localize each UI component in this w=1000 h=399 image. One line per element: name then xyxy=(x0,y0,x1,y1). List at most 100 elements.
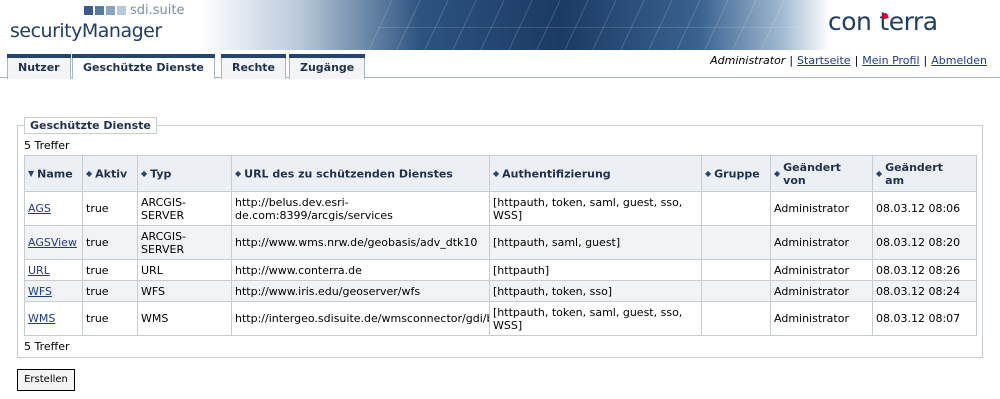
cell-geaendert-am: 08.03.12 08:06 xyxy=(872,191,977,226)
table-row: URL true URL http://www.conterra.de [htt… xyxy=(24,259,977,281)
cell-geaendert-am: 08.03.12 08:07 xyxy=(872,301,977,336)
link-startseite[interactable]: Startseite xyxy=(797,54,851,67)
cell-aktiv: true xyxy=(82,301,138,336)
cell-geaendert-von: Administrator xyxy=(770,280,873,302)
column-header-label: Aktiv xyxy=(95,167,128,181)
column-header-url[interactable]: ◆ URL des zu schützenden Dienstes xyxy=(231,155,490,192)
service-link-wfs[interactable]: WFS xyxy=(28,285,52,298)
table-row: WMS true WMS http://intergeo.sdisuite.de… xyxy=(24,301,977,336)
brand-logo-right: terra xyxy=(879,7,938,36)
table-header-row: ▼ Name ◆ Aktiv ◆ Typ ◆ URL des zu schützende… xyxy=(24,155,977,192)
column-header-label: URL des zu schützenden Dienstes xyxy=(244,167,453,181)
service-link-agsview[interactable]: AGSView xyxy=(28,236,77,249)
service-link-ags[interactable]: AGS xyxy=(28,202,51,215)
column-header-authentifizierung[interactable]: ◆ Authentifizierung xyxy=(489,155,702,192)
cell-geaendert-von: Administrator xyxy=(770,259,873,281)
cell-url: http://intergeo.sdisuite.de/wmsconnector… xyxy=(231,301,490,336)
cell-name: URL xyxy=(24,259,83,281)
cell-typ: ARCGIS-SERVER xyxy=(137,191,232,226)
column-header-label: Typ xyxy=(150,167,172,181)
cell-typ: URL xyxy=(137,259,232,281)
cell-geaendert-am: 08.03.12 08:24 xyxy=(872,280,977,302)
cell-name: AGS xyxy=(24,191,83,226)
column-header-label: Geändert von xyxy=(783,160,841,187)
cell-aktiv: true xyxy=(82,280,138,302)
current-user: Administrator xyxy=(710,54,786,67)
result-count-bottom: 5 Treffer xyxy=(24,340,70,353)
panel-title: Geschützte Dienste xyxy=(24,117,157,134)
cell-typ: WMS xyxy=(137,301,232,336)
result-count-top: 5 Treffer xyxy=(24,139,70,152)
tab-rechte[interactable]: Rechte xyxy=(221,54,287,79)
column-header-geaendert-am[interactable]: ◆ Geändert am xyxy=(872,155,977,192)
cell-typ: WFS xyxy=(137,280,232,302)
brand-dot-icon xyxy=(882,13,888,19)
suite-logo-icon xyxy=(84,6,126,15)
cell-url: http://www.wms.nrw.de/geobasis/adv_dtk10 xyxy=(231,225,490,260)
cell-name: WMS xyxy=(24,301,83,336)
services-table: ▼ Name ◆ Aktiv ◆ Typ ◆ URL des zu schützende… xyxy=(24,155,977,336)
cell-url: http://www.conterra.de xyxy=(231,259,490,281)
sort-icon: ◆ xyxy=(774,168,781,178)
product-name: securityManager xyxy=(10,20,162,42)
column-header-geaendert-von[interactable]: ◆ Geändert von xyxy=(770,155,873,192)
cell-aktiv: true xyxy=(82,191,138,226)
cell-geaendert-von: Administrator xyxy=(770,225,873,260)
cell-geaendert-von: Administrator xyxy=(770,191,873,226)
cell-geaendert-von: Administrator xyxy=(770,301,873,336)
tab-label: Geschützte Dienste xyxy=(83,61,204,74)
column-header-name[interactable]: ▼ Name xyxy=(24,155,83,192)
cell-geaendert-am: 08.03.12 08:26 xyxy=(872,259,977,281)
suite-name: sdi.suite xyxy=(130,3,185,18)
cell-authentifizierung: [httpauth, saml, guest] xyxy=(489,225,702,260)
cell-authentifizierung: [httpauth, token, saml, guest, sso, WSS] xyxy=(489,301,702,336)
column-header-gruppe[interactable]: ◆ Gruppe xyxy=(701,155,771,192)
link-abmelden[interactable]: Abmelden xyxy=(931,54,987,67)
brand-logo: con terra xyxy=(828,7,938,36)
column-header-aktiv[interactable]: ◆ Aktiv xyxy=(82,155,138,192)
cell-gruppe xyxy=(701,191,771,226)
tab-zugaenge[interactable]: Zugänge xyxy=(289,54,366,79)
table-row: AGSView true ARCGIS-SERVER http://www.wm… xyxy=(24,225,977,260)
cell-authentifizierung: [httpauth, token, saml, guest, sso, WSS] xyxy=(489,191,702,226)
cell-authentifizierung: [httpauth] xyxy=(489,259,702,281)
cell-gruppe xyxy=(701,225,771,260)
cell-name: WFS xyxy=(24,280,83,302)
sort-icon: ◆ xyxy=(86,168,93,178)
cell-name: AGSView xyxy=(24,225,83,260)
service-link-url[interactable]: URL xyxy=(28,264,50,277)
user-bar: Administrator | Startseite | Mein Profil | Abm… xyxy=(710,54,987,67)
column-header-label: Name xyxy=(37,167,73,181)
cell-geaendert-am: 08.03.12 08:20 xyxy=(872,225,977,260)
column-header-label: Authentifizierung xyxy=(502,167,611,181)
column-header-label: Geändert am xyxy=(885,160,943,187)
create-button[interactable]: Erstellen xyxy=(17,369,75,391)
tab-label: Nutzer xyxy=(18,61,60,74)
table-row: WFS true WFS http://www.iris.edu/geoserv… xyxy=(24,280,977,302)
header-banner-pattern xyxy=(368,0,812,50)
tab-label: Rechte xyxy=(232,61,276,74)
cell-gruppe xyxy=(701,280,771,302)
cell-url: http://www.iris.edu/geoserver/wfs xyxy=(231,280,490,302)
brand-logo-left: con xyxy=(828,7,872,36)
link-mein-profil[interactable]: Mein Profil xyxy=(862,54,919,67)
cell-url: http://belus.dev.esri-de.com:8399/arcgis… xyxy=(231,191,490,226)
cell-aktiv: true xyxy=(82,259,138,281)
sort-icon: ◆ xyxy=(876,168,883,178)
cell-gruppe xyxy=(701,301,771,336)
table-row: AGS true ARCGIS-SERVER http://belus.dev.… xyxy=(24,191,977,226)
service-link-wms[interactable]: WMS xyxy=(28,312,55,325)
cell-typ: ARCGIS-SERVER xyxy=(137,225,232,260)
column-header-label: Gruppe xyxy=(714,167,760,181)
column-header-typ[interactable]: ◆ Typ xyxy=(137,155,232,192)
tab-nutzer[interactable]: Nutzer xyxy=(7,54,71,79)
app-header: sdi.suite securityManager con terra xyxy=(0,0,1000,50)
sort-icon: ◆ xyxy=(235,168,242,178)
tab-geschuetzte-dienste[interactable]: Geschützte Dienste xyxy=(72,54,215,79)
cell-aktiv: true xyxy=(82,225,138,260)
tab-label: Zugänge xyxy=(300,61,355,74)
sort-icon: ◆ xyxy=(493,168,500,178)
sort-desc-icon: ▼ xyxy=(28,168,35,178)
cell-gruppe xyxy=(701,259,771,281)
sort-icon: ◆ xyxy=(705,168,712,178)
